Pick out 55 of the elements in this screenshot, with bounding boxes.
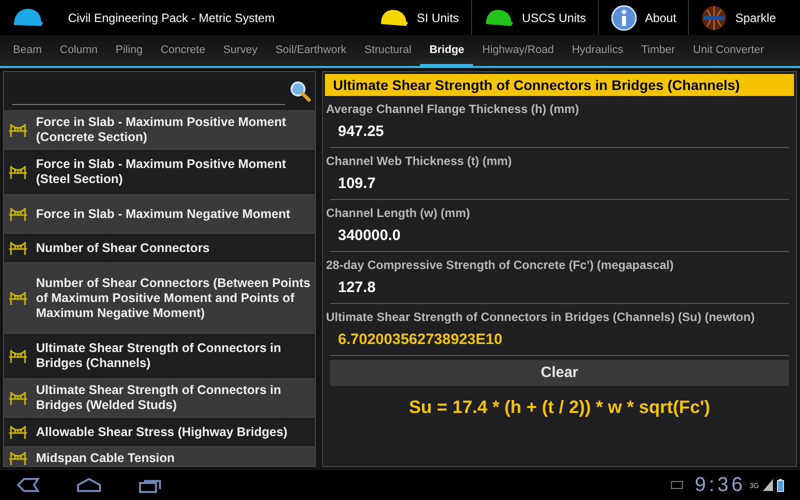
- field-label: 28-day Compressive Strength of Concrete (Fc') (megapascal): [325, 257, 675, 274]
- tab[interactable]: Unit Converter: [684, 35, 773, 66]
- list-item[interactable]: Number of Shear Connectors (Between Points of Maximum Positive Moment and Points of Maximum Negative Moment): [4, 262, 315, 334]
- bridge-icon: [8, 348, 28, 364]
- list-item[interactable]: Ultimate Shear Strength of Connectors in Bridges (Welded Studs): [4, 378, 315, 418]
- recent-apps-icon[interactable]: [138, 477, 162, 493]
- input-field[interactable]: 109.7: [330, 170, 789, 200]
- tab[interactable]: Beam: [4, 35, 51, 66]
- toolbar-action[interactable]: SI Units: [366, 0, 471, 35]
- list-item[interactable]: Number of Shear Connectors: [4, 236, 315, 260]
- back-icon[interactable]: [16, 477, 40, 493]
- clock-time: 9:36: [694, 473, 746, 498]
- field-label: Average Channel Flange Thickness (h) (mm): [325, 101, 580, 118]
- tab[interactable]: Hydraulics: [562, 35, 632, 66]
- list-item[interactable]: Midspan Cable Tension: [4, 446, 315, 466]
- bridge-icon: [8, 424, 28, 440]
- list-item[interactable]: Force in Slab - Maximum Positive Moment (Concrete Section): [4, 110, 315, 150]
- tab[interactable]: Structural: [355, 35, 420, 66]
- tab[interactable]: Highway/Road: [473, 35, 563, 66]
- field-label: Channel Web Thickness (t) (mm): [325, 153, 513, 170]
- list-item[interactable]: Ultimate Shear Strength of Connectors in Bridges (Channels): [4, 336, 315, 376]
- bridge-icon: [8, 164, 28, 180]
- formula-text: Su = 17.4 * (h + (t / 2)) * w * sqrt(Fc'): [408, 396, 712, 419]
- keyboard-icon: [670, 481, 683, 489]
- result-field[interactable]: 6.702003562738923E10: [330, 326, 789, 356]
- tab[interactable]: Column: [50, 35, 107, 66]
- field-label: Ultimate Shear Strength of Connectors in Bridges (Channels) (Su) (newton): [325, 309, 756, 326]
- input-field[interactable]: 127.8: [330, 274, 789, 304]
- home-icon[interactable]: [76, 477, 102, 493]
- tab[interactable]: Piling: [106, 35, 152, 66]
- list-item[interactable]: Allowable Shear Stress (Highway Bridges): [4, 420, 315, 444]
- calculator-title: Ultimate Shear Strength of Connectors in Bridges (Channels): [325, 74, 794, 96]
- search-icon[interactable]: [289, 80, 311, 102]
- tab[interactable]: Survey: [214, 35, 266, 66]
- bridge-icon: [8, 390, 28, 406]
- tab[interactable]: Concrete: [152, 35, 214, 66]
- bridge-icon: [8, 206, 28, 222]
- input-field[interactable]: 947.25: [330, 118, 789, 148]
- list-item[interactable]: Force in Slab - Maximum Negative Moment: [4, 194, 315, 234]
- bridge-icon: [8, 122, 28, 138]
- bridge-icon: [8, 290, 28, 306]
- clear-button[interactable]: Clear: [330, 360, 789, 386]
- field-label: Channel Length (w) (mm): [325, 205, 471, 222]
- app-title: Civil Engineering Pack - Metric System: [68, 10, 275, 26]
- helmet-icon: [12, 6, 44, 28]
- bridge-icon: [8, 450, 28, 466]
- bridge-icon: [8, 240, 28, 256]
- battery-icon: [777, 478, 784, 492]
- tab[interactable]: Timber: [632, 35, 684, 66]
- input-field[interactable]: 340000.0: [330, 222, 789, 252]
- globe-logo-icon: [701, 4, 728, 30]
- signal-icon: [763, 479, 773, 491]
- info-icon: [610, 4, 637, 30]
- tab[interactable]: Soil/Earthwork: [266, 35, 356, 66]
- list-item[interactable]: Force in Slab - Maximum Positive Moment (Steel Section): [4, 152, 315, 192]
